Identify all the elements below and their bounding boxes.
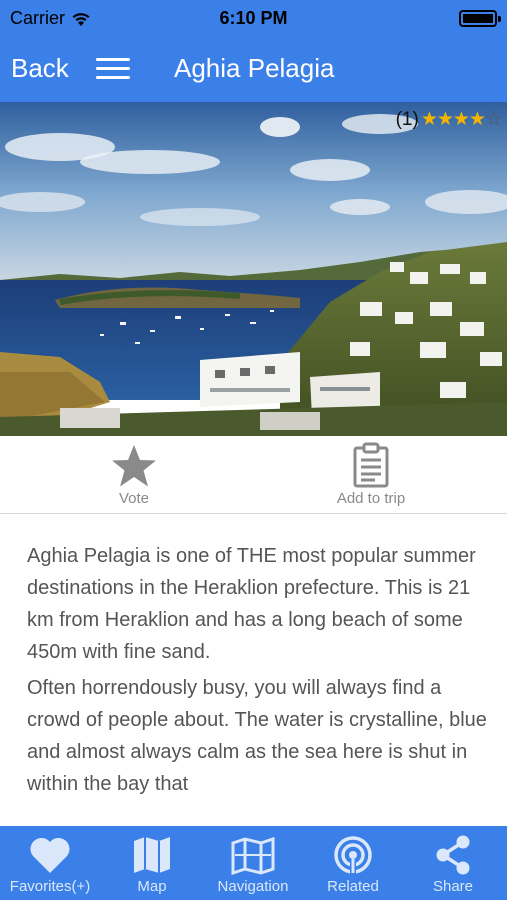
rating-count: (1) (395, 108, 419, 130)
tab-related[interactable]: Related (310, 826, 396, 900)
rating-filled-stars: ★★★★ (420, 109, 486, 130)
tab-share[interactable]: Share (410, 826, 496, 900)
map-icon (134, 837, 170, 873)
back-button[interactable]: Back (11, 53, 69, 84)
hero-image: (1) ★★★★☆ (0, 102, 507, 436)
battery-icon (459, 10, 501, 27)
vote-button[interactable]: Vote (84, 436, 184, 514)
clipboard-icon (353, 442, 389, 488)
tab-bar: Favorites(+) Map Navigation Related Shar… (0, 826, 507, 900)
rating-stars: ★★★★☆ (420, 108, 502, 131)
star-icon (112, 445, 156, 487)
rating-display: (1) ★★★★☆ (395, 108, 502, 131)
tab-navigation[interactable]: Navigation (200, 826, 306, 900)
clock: 6:10 PM (219, 8, 288, 28)
bay-photo (0, 102, 507, 436)
hamburger-menu-icon[interactable] (96, 56, 130, 82)
tab-navigation-label: Navigation (217, 878, 289, 895)
tab-favorites[interactable]: Favorites(+) (0, 826, 100, 900)
rating-empty-star: ☆ (484, 109, 502, 130)
description-paragraph: Often horrendously busy, you will always… (27, 677, 487, 795)
add-to-trip-label: Add to trip (336, 490, 406, 507)
vote-label: Vote (118, 490, 150, 507)
tab-related-label: Related (327, 878, 379, 895)
add-to-trip-button[interactable]: Add to trip (311, 436, 431, 514)
status-bar: Carrier 6:10 PM (0, 0, 507, 36)
description-text: Aghia Pelagia is one of THE most popular… (27, 540, 487, 825)
navigation-map-icon (231, 836, 275, 875)
tab-share-label: Share (432, 878, 474, 895)
related-signal-icon (334, 836, 372, 875)
description-paragraph: Aghia Pelagia is one of THE most popular… (27, 545, 476, 663)
share-icon (436, 835, 470, 875)
tab-map[interactable]: Map (110, 826, 194, 900)
tab-favorites-label: Favorites(+) (9, 878, 91, 895)
tab-map-label: Map (137, 878, 167, 895)
navigation-bar: Back Aghia Pelagia (0, 36, 507, 102)
page-title: Aghia Pelagia (174, 53, 335, 83)
heart-icon (30, 837, 70, 873)
action-bar: Vote Add to trip (0, 436, 507, 514)
